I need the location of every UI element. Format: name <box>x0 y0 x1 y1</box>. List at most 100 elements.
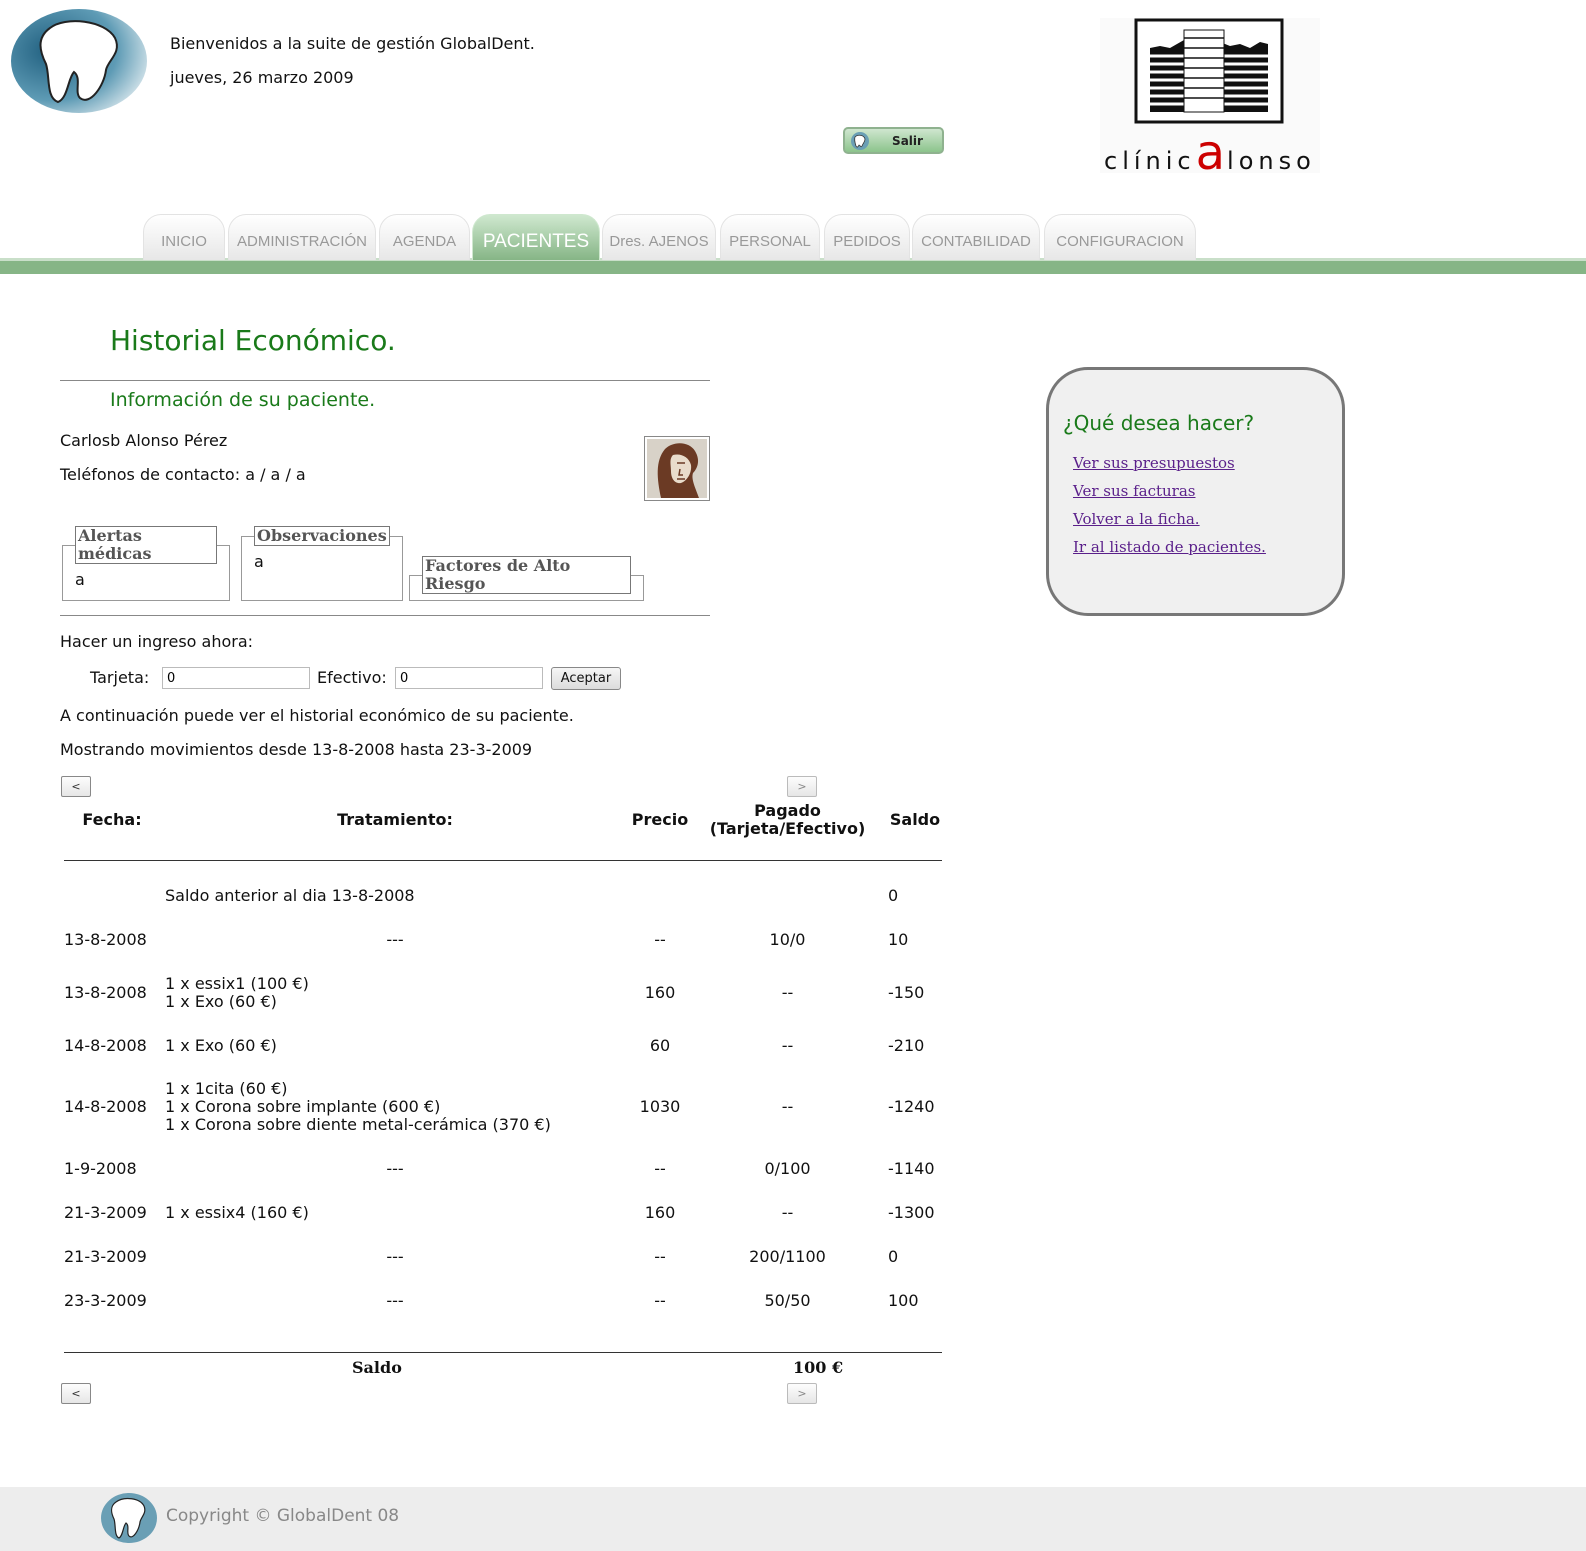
column-header-pagado-line2: (Tarjeta/Efectivo) <box>709 819 866 838</box>
cell-tratamiento: --- <box>386 1159 404 1178</box>
link-volver-ficha[interactable]: Volver a la ficha. <box>1073 510 1200 528</box>
patient-name: Carlosb Alonso Pérez <box>60 431 228 450</box>
column-header-saldo: Saldo <box>889 810 941 829</box>
cell-saldo: 0 <box>888 1247 899 1266</box>
patient-photo <box>644 436 710 501</box>
tab-pacientes[interactable]: PACIENTES <box>472 214 600 260</box>
tab-configuracion[interactable]: CONFIGURACION <box>1044 214 1196 260</box>
risk-factors-box: Factores de Alto Riesgo <box>409 556 644 601</box>
cell-saldo: -1240 <box>888 1097 935 1116</box>
cell-precio: 1030 <box>639 1097 681 1116</box>
cell-saldo: 100 <box>888 1291 919 1310</box>
cell-precio: -- <box>654 930 666 949</box>
tab-pedidos[interactable]: PEDIDOS <box>824 214 910 260</box>
divider <box>60 615 710 616</box>
globaldent-footer-logo <box>101 1493 157 1543</box>
column-header-pagado: Pagado (Tarjeta/Efectivo) <box>700 802 875 838</box>
risk-factors-label: Factores de Alto Riesgo <box>422 556 631 594</box>
previous-balance-label: Saldo anterior al dia 13-8-2008 <box>165 886 415 905</box>
link-ver-facturas[interactable]: Ver sus facturas <box>1073 482 1196 500</box>
cell-fecha: 21-3-2009 <box>64 1247 147 1266</box>
divider <box>60 380 710 381</box>
total-label: Saldo <box>352 1358 402 1377</box>
table-header-divider <box>64 860 942 861</box>
accept-payment-button[interactable]: Aceptar <box>551 667 621 690</box>
cell-tratamiento-line: 1 x essix1 (100 €) <box>165 974 309 993</box>
card-label: Tarjeta: <box>90 668 150 687</box>
cell-tratamiento-line: 1 x Corona sobre implante (600 €) <box>165 1097 441 1116</box>
cell-precio: 60 <box>649 1036 671 1055</box>
logout-label: Salir <box>892 133 923 148</box>
welcome-message: Bienvenidos a la suite de gestión Global… <box>170 34 535 53</box>
cell-pagado: 200/1100 <box>749 1247 826 1266</box>
tab-personal[interactable]: PERSONAL <box>720 214 820 260</box>
cell-pagado: 50/50 <box>764 1291 811 1310</box>
cell-tratamiento: --- <box>386 930 404 949</box>
cell-saldo: -1140 <box>888 1159 935 1178</box>
copyright: Copyright © GlobalDent 08 <box>166 1506 400 1526</box>
cell-saldo: 10 <box>888 930 909 949</box>
clinic-name-part2: lonso <box>1227 147 1316 175</box>
tab-inicio[interactable]: INICIO <box>143 214 225 260</box>
next-page-button[interactable]: > <box>787 776 817 797</box>
cell-tratamiento-line: 1 x 1cita (60 €) <box>165 1079 288 1098</box>
cell-pagado: -- <box>781 1097 794 1116</box>
cell-precio: 160 <box>644 1203 676 1222</box>
observations-value: a <box>254 552 264 571</box>
history-intro: A continuación puede ver el historial ec… <box>60 706 574 725</box>
cell-precio: -- <box>654 1159 666 1178</box>
prev-page-button-bottom[interactable]: < <box>61 1383 91 1404</box>
cell-fecha: 14-8-2008 <box>64 1036 147 1055</box>
cell-tratamiento-line: 1 x Exo (60 €) <box>165 992 277 1011</box>
cell-tratamiento-line: 1 x Corona sobre diente metal-cerámica (… <box>165 1115 551 1134</box>
tooth-icon <box>851 132 869 150</box>
cell-tratamiento-line: 1 x Exo (60 €) <box>165 1036 277 1055</box>
actions-title: ¿Qué desea hacer? <box>1063 411 1255 435</box>
tab-administracion[interactable]: ADMINISTRACIÓN <box>228 214 376 260</box>
payment-prompt: Hacer un ingreso ahora: <box>60 632 254 651</box>
cell-fecha: 13-8-2008 <box>64 983 147 1002</box>
link-listado-pacientes[interactable]: Ir al listado de pacientes. <box>1073 538 1266 556</box>
cell-fecha: 14-8-2008 <box>64 1097 147 1116</box>
tab-dres-ajenos[interactable]: Dres. AJENOS <box>602 214 716 260</box>
cell-pagado: 0/100 <box>764 1159 811 1178</box>
observations-label: Observaciones <box>254 526 390 546</box>
cell-fecha: 13-8-2008 <box>64 930 147 949</box>
cash-amount-input[interactable] <box>395 667 543 689</box>
cell-fecha: 21-3-2009 <box>64 1203 147 1222</box>
column-header-tratamiento: Tratamiento: <box>337 810 453 829</box>
next-page-button-bottom[interactable]: > <box>787 1383 817 1404</box>
medical-alerts-value: a <box>75 570 85 589</box>
cell-pagado: -- <box>781 1203 794 1222</box>
clinic-name-letter: a <box>1195 125 1228 181</box>
cell-precio: 160 <box>644 983 676 1002</box>
clinic-name-part1: clínic <box>1104 147 1196 175</box>
tab-agenda[interactable]: AGENDA <box>379 214 470 260</box>
current-date: jueves, 26 marzo 2009 <box>170 68 354 87</box>
previous-balance-saldo: 0 <box>888 886 899 905</box>
cash-label: Efectivo: <box>317 668 387 687</box>
cell-pagado: 10/0 <box>769 930 806 949</box>
cell-fecha: 1-9-2008 <box>64 1159 137 1178</box>
cell-tratamiento: --- <box>386 1247 404 1266</box>
card-amount-input[interactable] <box>162 667 310 689</box>
cell-precio: -- <box>654 1291 666 1310</box>
cell-precio: -- <box>654 1247 666 1266</box>
cell-saldo: -210 <box>888 1036 925 1055</box>
cell-pagado: -- <box>781 1036 794 1055</box>
tab-contabilidad[interactable]: CONTABILIDAD <box>912 214 1040 260</box>
cell-tratamiento-line: 1 x essix4 (160 €) <box>165 1203 309 1222</box>
cell-saldo: -150 <box>888 983 925 1002</box>
total-value: 100 € <box>793 1358 844 1377</box>
cell-pagado: -- <box>781 983 794 1002</box>
prev-page-button[interactable]: < <box>61 776 91 797</box>
medical-alerts-label: Alertas médicas <box>75 526 217 564</box>
clinic-name: clínicalonso <box>1104 125 1316 181</box>
cell-fecha: 23-3-2009 <box>64 1291 147 1310</box>
logout-button[interactable]: Salir <box>843 127 944 154</box>
history-range: Mostrando movimientos desde 13-8-2008 ha… <box>60 740 533 759</box>
link-ver-presupuestos[interactable]: Ver sus presupuestos <box>1073 454 1235 472</box>
medical-alerts-box: Alertas médicas a <box>62 526 230 601</box>
observations-box: Observaciones a <box>241 526 403 601</box>
column-header-fecha: Fecha: <box>82 810 142 829</box>
